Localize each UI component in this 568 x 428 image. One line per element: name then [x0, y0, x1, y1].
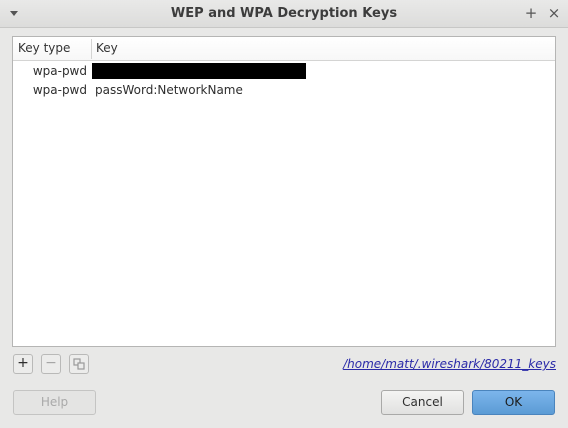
remove-key-button[interactable]: −	[41, 354, 61, 374]
table-row[interactable]: wpa-pwd passWord:NetworkName	[13, 81, 555, 101]
close-icon[interactable]: ×	[546, 5, 562, 21]
column-header-key[interactable]: Key	[96, 41, 118, 55]
cancel-button[interactable]: Cancel	[381, 390, 464, 415]
add-key-button[interactable]: +	[13, 354, 33, 374]
key-cell: passWord:NetworkName	[95, 83, 243, 97]
keys-table[interactable]: Key type Key wpa-pwd wpa-pwd passWord:Ne…	[12, 36, 556, 347]
table-row[interactable]: wpa-pwd	[13, 62, 555, 82]
key-type-cell: wpa-pwd	[32, 83, 87, 97]
copy-key-button[interactable]	[69, 354, 89, 374]
key-type-cell: wpa-pwd	[32, 64, 87, 78]
title-bar: WEP and WPA Decryption Keys + ×	[0, 0, 568, 28]
table-header: Key type Key	[13, 37, 555, 61]
copy-icon	[73, 358, 85, 370]
window-title: WEP and WPA Decryption Keys	[170, 6, 398, 21]
help-button[interactable]: Help	[13, 390, 96, 415]
maximize-icon[interactable]: +	[523, 5, 539, 21]
column-divider[interactable]	[91, 39, 92, 59]
redacted-key-cell	[92, 63, 306, 79]
ok-button[interactable]: OK	[472, 390, 555, 415]
keys-file-path-link[interactable]: /home/matt/.wireshark/80211_keys	[343, 357, 556, 371]
column-header-key-type[interactable]: Key type	[18, 41, 70, 55]
